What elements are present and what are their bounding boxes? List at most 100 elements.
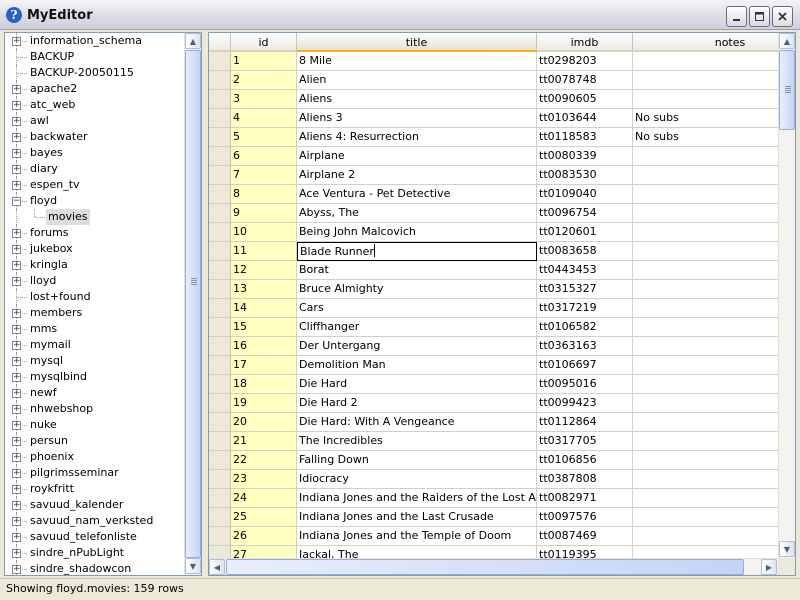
cell-title[interactable]: Aliens 3: [297, 109, 537, 128]
expand-icon[interactable]: +: [12, 549, 21, 558]
cell-imdb[interactable]: tt0087469: [537, 527, 633, 546]
row-indicator[interactable]: [209, 128, 231, 147]
table-row[interactable]: 7 Airplane 2 tt0083530: [209, 166, 778, 185]
tree-item[interactable]: + savuud_kalender: [5, 497, 186, 513]
grid-scroll-thumb[interactable]: [779, 50, 795, 130]
cell-title[interactable]: Aliens: [297, 90, 537, 109]
scroll-thumb[interactable]: [185, 50, 201, 558]
cell-notes[interactable]: [633, 223, 778, 242]
tree-item[interactable]: + nhwebshop: [5, 401, 186, 417]
cell-imdb[interactable]: tt0119395: [537, 546, 633, 558]
tree-item[interactable]: + mymail: [5, 337, 186, 353]
cell-id[interactable]: 18: [231, 375, 297, 394]
table-row[interactable]: 11 Blade Runner tt0083658: [209, 242, 778, 261]
tree-item[interactable]: + pilgrimsseminar: [5, 465, 186, 481]
cell-imdb[interactable]: tt0109040: [537, 185, 633, 204]
cell-id[interactable]: 8: [231, 185, 297, 204]
cell-notes[interactable]: [633, 147, 778, 166]
row-indicator[interactable]: [209, 489, 231, 508]
tree-item[interactable]: BACKUP: [5, 49, 186, 65]
cell-notes[interactable]: [633, 527, 778, 546]
cell-imdb[interactable]: tt0096754: [537, 204, 633, 223]
tree-item[interactable]: + atc_web: [5, 97, 186, 113]
grid-vertical-scrollbar[interactable]: ▲ ▼: [778, 33, 795, 558]
expand-icon[interactable]: +: [12, 485, 21, 494]
cell-notes[interactable]: [633, 185, 778, 204]
cell-id[interactable]: 11: [231, 242, 297, 261]
data-grid[interactable]: id title imdb notes 18 Mile tt0298203 2 Ali…: [208, 32, 796, 576]
table-row[interactable]: 9 Abyss, The tt0096754: [209, 204, 778, 223]
cell-id[interactable]: 22: [231, 451, 297, 470]
table-row[interactable]: 23 Idiocracy tt0387808: [209, 470, 778, 489]
cell-imdb[interactable]: tt0078748: [537, 71, 633, 90]
tree-item[interactable]: + persun: [5, 433, 186, 449]
cell-imdb[interactable]: tt0103644: [537, 109, 633, 128]
column-header-id[interactable]: id: [231, 33, 297, 52]
cell-imdb[interactable]: tt0099423: [537, 394, 633, 413]
cell-notes[interactable]: [633, 204, 778, 223]
cell-title[interactable]: Being John Malcovich: [297, 223, 537, 242]
expand-icon[interactable]: +: [12, 229, 21, 238]
table-row[interactable]: 21 The Incredibles tt0317705: [209, 432, 778, 451]
cell-id[interactable]: 20: [231, 413, 297, 432]
row-indicator[interactable]: [209, 166, 231, 185]
cell-imdb[interactable]: tt0317705: [537, 432, 633, 451]
expand-icon[interactable]: +: [12, 133, 21, 142]
expand-icon[interactable]: +: [12, 165, 21, 174]
cell-id[interactable]: 15: [231, 318, 297, 337]
expand-icon[interactable]: +: [12, 373, 21, 382]
row-indicator[interactable]: [209, 470, 231, 489]
grid-scroll-down-button[interactable]: ▼: [779, 541, 795, 557]
table-row[interactable]: 19 Die Hard 2 tt0099423: [209, 394, 778, 413]
cell-title[interactable]: Jackal, The: [297, 546, 537, 558]
cell-id[interactable]: 19: [231, 394, 297, 413]
tree-item[interactable]: + apache2: [5, 81, 186, 97]
cell-imdb[interactable]: tt0298203: [537, 52, 633, 71]
table-row[interactable]: 8 Ace Ventura - Pet Detective tt0109040: [209, 185, 778, 204]
collapse-icon[interactable]: −: [12, 197, 21, 206]
cell-id[interactable]: 1: [231, 52, 297, 71]
cell-imdb[interactable]: tt0097576: [537, 508, 633, 527]
column-header-title[interactable]: title: [297, 33, 537, 52]
cell-imdb[interactable]: tt0387808: [537, 470, 633, 489]
row-indicator[interactable]: [209, 90, 231, 109]
table-row[interactable]: 13 Bruce Almighty tt0315327: [209, 280, 778, 299]
expand-icon[interactable]: +: [12, 389, 21, 398]
cell-id[interactable]: 25: [231, 508, 297, 527]
database-tree[interactable]: + information_schema BACKUP BACKUP-20050115…: [4, 32, 202, 576]
row-indicator[interactable]: [209, 280, 231, 299]
tree-item[interactable]: + savuud_nam_verksted: [5, 513, 186, 529]
row-indicator[interactable]: [209, 394, 231, 413]
tree-item[interactable]: + bayes: [5, 145, 186, 161]
cell-title[interactable]: Cars: [297, 299, 537, 318]
cell-title[interactable]: Cliffhanger: [297, 318, 537, 337]
cell-id[interactable]: 6: [231, 147, 297, 166]
tree-item[interactable]: + mms: [5, 321, 186, 337]
expand-icon[interactable]: +: [12, 325, 21, 334]
row-indicator[interactable]: [209, 261, 231, 280]
tree-item[interactable]: + members: [5, 305, 186, 321]
maximize-button[interactable]: [749, 6, 770, 27]
cell-imdb[interactable]: tt0443453: [537, 261, 633, 280]
row-indicator[interactable]: [209, 508, 231, 527]
cell-notes[interactable]: [633, 280, 778, 299]
tree-item[interactable]: + backwater: [5, 129, 186, 145]
cell-notes[interactable]: [633, 90, 778, 109]
cell-title[interactable]: Idiocracy: [297, 470, 537, 489]
cell-title[interactable]: Indiana Jones and the Temple of Doom: [297, 527, 537, 546]
scroll-up-button[interactable]: ▲: [185, 33, 201, 49]
tree-item[interactable]: + information_schema: [5, 33, 186, 49]
cell-notes[interactable]: [633, 470, 778, 489]
expand-icon[interactable]: +: [12, 181, 21, 190]
table-row[interactable]: 26 Indiana Jones and the Temple of Doom tt…: [209, 527, 778, 546]
cell-notes[interactable]: [633, 299, 778, 318]
cell-title[interactable]: Borat: [297, 261, 537, 280]
row-indicator[interactable]: [209, 318, 231, 337]
cell-id[interactable]: 24: [231, 489, 297, 508]
cell-imdb[interactable]: tt0317219: [537, 299, 633, 318]
table-row[interactable]: 27 Jackal, The tt0119395: [209, 546, 778, 558]
row-indicator[interactable]: [209, 71, 231, 90]
table-row[interactable]: 18 Mile tt0298203: [209, 52, 778, 71]
cell-notes[interactable]: No subs: [633, 109, 778, 128]
expand-icon[interactable]: +: [12, 245, 21, 254]
